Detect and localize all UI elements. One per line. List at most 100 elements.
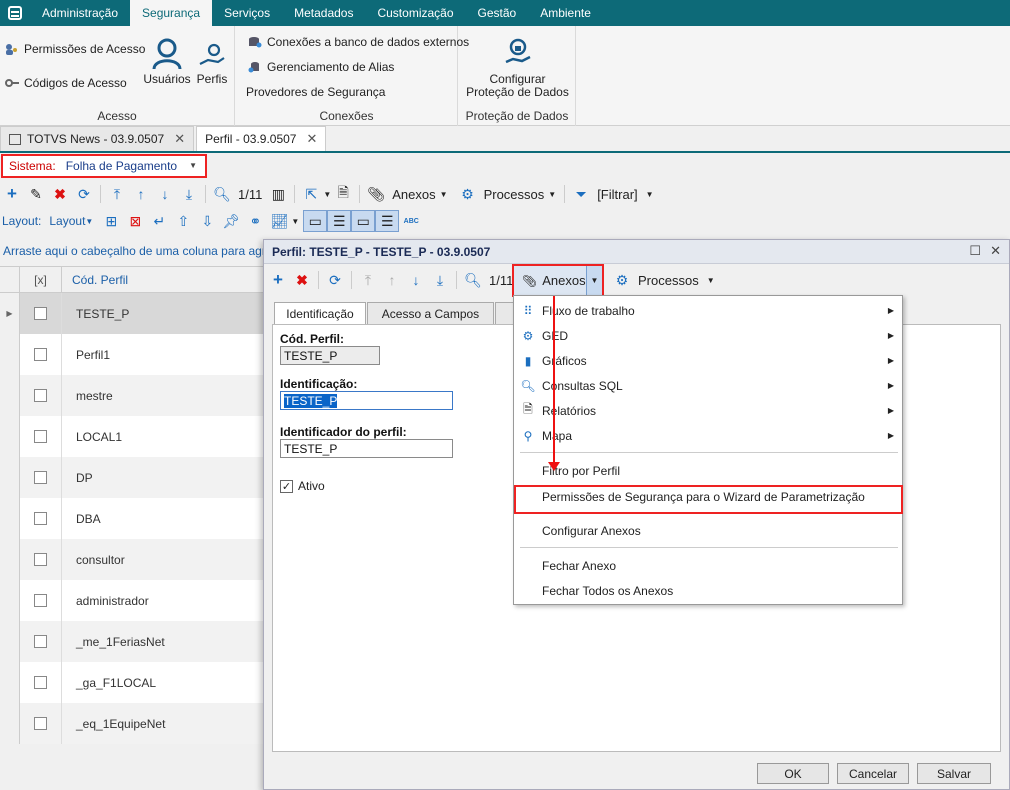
refresh-icon[interactable]: ⟳	[72, 183, 96, 205]
view-full-icon[interactable]: ☰	[375, 210, 400, 232]
table-row[interactable]: LOCAL1	[0, 416, 263, 457]
ativo-checkbox[interactable]: ✓ Ativo	[280, 479, 325, 493]
chevron-down-icon[interactable]: ▼	[291, 217, 299, 226]
menu-item-filtro-perfil[interactable]: Filtro por Perfil	[514, 458, 902, 483]
menu-tab-administracao[interactable]: Administração	[30, 0, 130, 26]
app-menu-icon[interactable]	[0, 0, 30, 26]
row-checkbox[interactable]	[34, 430, 47, 443]
table-row[interactable]: consultor	[0, 539, 263, 580]
tab-more[interactable]	[495, 302, 515, 324]
table-row[interactable]: administrador	[0, 580, 263, 621]
delete-icon[interactable]: ✖	[48, 183, 72, 205]
row-checkbox[interactable]	[34, 635, 47, 648]
usuarios-button[interactable]: Usuários	[142, 38, 192, 86]
previous-record-icon[interactable]: ↑	[380, 269, 404, 291]
identificacao-field[interactable]: TESTE_P	[280, 391, 453, 410]
chevron-down-icon[interactable]: ▼	[586, 266, 602, 295]
menu-item-fechar-anexo[interactable]: Fechar Anexo	[514, 553, 902, 578]
shapes-icon[interactable]: ⚭	[243, 210, 267, 232]
layout-dropdown[interactable]: Layout	[49, 214, 85, 228]
table-row[interactable]: mestre	[0, 375, 263, 416]
menu-item-consultas-sql[interactable]: 🔍︎ Consultas SQL ▶	[514, 373, 902, 398]
row-checkbox[interactable]	[34, 594, 47, 607]
menu-item-graficos[interactable]: ▮ Gráficos ▶	[514, 348, 902, 373]
tab-identificacao[interactable]: Identificação	[274, 302, 366, 325]
close-icon[interactable]: ✕	[174, 131, 185, 147]
first-record-icon[interactable]: ⤒	[356, 269, 380, 291]
edit-icon[interactable]: ✎	[24, 183, 48, 205]
last-record-icon[interactable]: ⤓	[177, 183, 201, 205]
chevron-down-icon[interactable]: ▼	[548, 190, 556, 199]
table-row[interactable]: Perfil1	[0, 334, 263, 375]
table-row[interactable]: DP	[0, 457, 263, 498]
chevron-down-icon[interactable]: ▼	[189, 161, 197, 170]
table-row[interactable]: ▶ TESTE_P	[0, 293, 263, 334]
dialog-anexos-button[interactable]: 📎︎ Anexos ▼	[512, 264, 604, 297]
row-checkbox[interactable]	[34, 676, 47, 689]
chevron-down-icon[interactable]: ▼	[323, 190, 331, 199]
chevron-down-icon[interactable]: ▼	[85, 217, 93, 226]
ok-button[interactable]: OK	[757, 763, 829, 784]
conexoes-banco-button[interactable]: Conexões a banco de dados externos	[248, 35, 469, 49]
identificador-perfil-field[interactable]: TESTE_P	[280, 439, 453, 458]
permissoes-acesso-button[interactable]: Permissões de Acesso	[5, 42, 145, 56]
gear-icon[interactable]: ⚙	[610, 269, 634, 291]
menu-item-ged[interactable]: ⚙ GED ▶	[514, 323, 902, 348]
row-checkbox[interactable]	[34, 348, 47, 361]
doc-tab-perfil[interactable]: Perfil - 03.9.0507 ✕	[196, 126, 327, 151]
menu-tab-ambiente[interactable]: Ambiente	[528, 0, 603, 26]
filter-icon[interactable]: ⏷	[569, 183, 593, 205]
column-header-cod-perfil[interactable]: Cód. Perfil	[62, 267, 263, 292]
menu-item-mapa[interactable]: ⚲ Mapa ▶	[514, 423, 902, 448]
filtrar-button[interactable]: [Filtrar]	[593, 187, 641, 202]
table-row[interactable]: _me_1FeriasNet	[0, 621, 263, 662]
add-layout-icon[interactable]: ⊞	[99, 210, 123, 232]
view-split-icon[interactable]: ☰	[327, 210, 352, 232]
perfis-button[interactable]: Perfis	[193, 42, 231, 86]
sistema-selector[interactable]: Sistema: Folha de Pagamento ▼	[1, 154, 207, 178]
last-record-icon[interactable]: ⤓	[428, 269, 452, 291]
view-top-icon[interactable]: ▭	[303, 210, 328, 232]
close-icon[interactable]: ✕	[990, 243, 1001, 259]
row-checkbox[interactable]	[34, 307, 47, 320]
cod-perfil-field[interactable]: TESTE_P	[280, 346, 380, 365]
menu-tab-gestao[interactable]: Gestão	[466, 0, 529, 26]
next-record-icon[interactable]: ↓	[404, 269, 428, 291]
menu-tab-metadados[interactable]: Metadados	[282, 0, 365, 26]
add-icon[interactable]: +	[0, 183, 24, 205]
column-header-check[interactable]: [x]	[20, 267, 62, 292]
row-checkbox[interactable]	[34, 717, 47, 730]
chevron-down-icon[interactable]: ▼	[707, 276, 715, 285]
chevron-down-icon[interactable]: ▼	[646, 190, 654, 199]
group-by-hint[interactable]: Arraste aqui o cabeçalho de uma coluna p…	[0, 238, 265, 264]
gerenciamento-alias-button[interactable]: Gerenciamento de Alias	[248, 60, 394, 74]
next-record-icon[interactable]: ↓	[153, 183, 177, 205]
chart-icon[interactable]: 📈︎	[267, 210, 291, 232]
paperclip-icon[interactable]: 📎︎	[364, 183, 388, 205]
menu-item-fluxo-trabalho[interactable]: ⠿ Fluxo de trabalho ▶	[514, 298, 902, 323]
gear-icon[interactable]: ⚙	[456, 183, 480, 205]
maximize-icon[interactable]: ☐	[969, 243, 981, 259]
doc-tab-totvs-news[interactable]: TOTVS News - 03.9.0507 ✕	[0, 126, 195, 151]
search-icon[interactable]: 🔍︎	[210, 183, 234, 205]
menu-tab-servicos[interactable]: Serviços	[212, 0, 282, 26]
table-row[interactable]: _ga_F1LOCAL	[0, 662, 263, 703]
previous-record-icon[interactable]: ↑	[129, 183, 153, 205]
provedores-seguranca-button[interactable]: Provedores de Segurança	[246, 85, 385, 99]
download-layout-icon[interactable]: ⇩	[195, 210, 219, 232]
close-icon[interactable]: ✕	[306, 131, 317, 147]
configurar-protecao-button[interactable]: Configurar Proteção de Dados	[459, 38, 576, 99]
tab-acesso-campos[interactable]: Acesso a Campos	[367, 302, 494, 324]
menu-tab-seguranca[interactable]: Segurança	[130, 0, 213, 26]
processos-button[interactable]: Processos	[480, 187, 549, 202]
remove-layout-icon[interactable]: ⊠	[123, 210, 147, 232]
row-checkbox[interactable]	[34, 389, 47, 402]
pin-icon[interactable]: 📌︎	[219, 210, 243, 232]
export-icon[interactable]: ⇱	[299, 183, 323, 205]
delete-icon[interactable]: ✖	[290, 269, 314, 291]
row-checkbox[interactable]	[34, 553, 47, 566]
table-row[interactable]: DBA	[0, 498, 263, 539]
upload-layout-icon[interactable]: ⇧	[171, 210, 195, 232]
columns-icon[interactable]: ▥	[266, 183, 290, 205]
apply-layout-icon[interactable]: ↵	[147, 210, 171, 232]
